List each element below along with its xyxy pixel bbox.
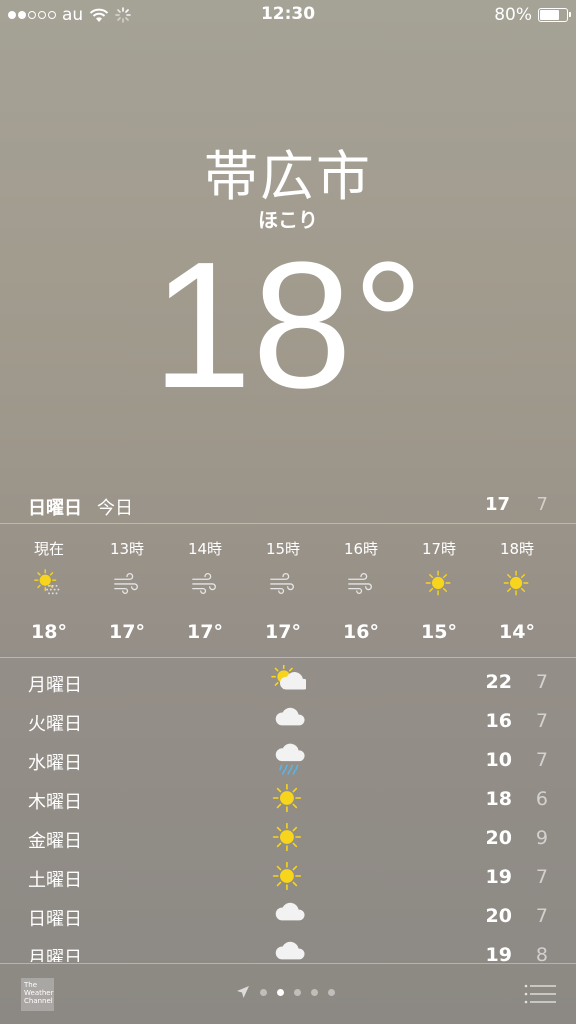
daily-low: 7 (535, 710, 548, 732)
daily-day: 水曜日 (28, 753, 82, 774)
divider-middle (0, 657, 576, 658)
page-dot[interactable] (311, 988, 318, 996)
daily-low: 7 (535, 749, 548, 771)
daily-day: 月曜日 (28, 948, 82, 962)
daily-high: 19 (485, 944, 512, 962)
cloud-icon (270, 704, 306, 734)
cloud-icon (270, 938, 306, 962)
daily-high: 18 (485, 788, 512, 810)
page-dot[interactable] (260, 988, 267, 996)
hourly-time: 14時 (187, 540, 223, 558)
hourly-time: 15時 (265, 540, 301, 558)
daily-row: 水曜日 10 7 (0, 738, 576, 777)
bottom-toolbar: The Weather Channel (0, 963, 576, 1024)
daily-low: 9 (535, 827, 548, 849)
daily-row: 木曜日 18 6 (0, 777, 576, 816)
daily-high: 20 (485, 905, 512, 927)
hourly-time: 現在 (33, 540, 64, 558)
sun-icon (270, 782, 306, 813)
hourly-time: 18時 (499, 540, 535, 558)
hourly-temp: 15° (421, 621, 457, 643)
hourly-temp: 16° (343, 621, 379, 643)
current-temperature: 18° (151, 225, 425, 426)
sun-icon (270, 821, 306, 852)
sun-icon (270, 860, 306, 891)
page-dot[interactable] (294, 988, 301, 996)
sun-icon (424, 568, 454, 598)
hourly-time: 16時 (343, 540, 379, 558)
wind-icon (268, 568, 298, 598)
today-row: 日曜日 今日 17 7 (0, 490, 576, 522)
hourly-forecast[interactable]: 現在 18° 13時 17° 14時 17° 15時 17° 16時 16° 17時 15°… (0, 524, 576, 656)
daily-row: 火曜日 16 7 (0, 699, 576, 738)
hourly-time: 1 (556, 538, 576, 556)
status-bar: au 12:30 80% (0, 0, 576, 30)
daily-day: 月曜日 (28, 675, 82, 696)
hourly-temp: 17° (187, 621, 223, 643)
daily-row: 金曜日 20 9 (0, 816, 576, 855)
daily-row: 月曜日 19 8 (0, 933, 576, 962)
status-time: 12:30 (260, 4, 316, 24)
daily-low: 7 (535, 905, 548, 927)
hourly-temp: 17° (109, 621, 145, 643)
wind-icon (112, 568, 142, 598)
sun-haze-icon (34, 568, 64, 598)
battery-icon (538, 8, 571, 22)
today-day: 日曜日 (28, 498, 82, 519)
hourly-time: 17時 (421, 540, 457, 558)
daily-low: 7 (535, 671, 548, 693)
wind-icon (346, 568, 376, 598)
daily-high: 22 (485, 671, 512, 693)
daily-low: 8 (535, 944, 548, 962)
city-list-icon[interactable] (524, 983, 556, 1005)
hourly-temp: 18° (31, 621, 67, 643)
today-label: 今日 (97, 498, 133, 519)
daily-day: 土曜日 (28, 870, 82, 891)
page-dot[interactable] (328, 988, 335, 996)
location-arrow-icon (237, 986, 249, 998)
hourly-temp: 14° (499, 621, 535, 643)
partly-cloudy-icon (270, 664, 309, 695)
today-high: 17 (484, 494, 510, 515)
daily-day: 火曜日 (28, 714, 82, 735)
today-low: 7 (536, 494, 548, 515)
daily-low: 6 (535, 788, 548, 810)
sun-icon (502, 568, 532, 598)
hourly-temp: 17° (265, 621, 301, 643)
daily-day: 日曜日 (28, 909, 82, 930)
cloud-icon (270, 899, 306, 929)
rain-icon (270, 743, 306, 775)
daily-row: 日曜日 20 7 (0, 894, 576, 933)
daily-row: 月曜日 22 7 (0, 660, 576, 699)
hourly-time: 13時 (109, 540, 145, 558)
daily-row: 土曜日 19 7 (0, 855, 576, 894)
daily-high: 10 (485, 749, 512, 771)
daily-forecast[interactable]: 月曜日 22 7 火曜日 16 7 水曜日 10 7 木曜日 18 6 金曜日 20 9 土曜日 19 7 日曜日… (0, 660, 576, 962)
battery-percent: 80% (494, 5, 532, 25)
daily-high: 19 (485, 866, 512, 888)
page-indicator[interactable] (236, 985, 335, 999)
status-right: 80% (494, 5, 571, 25)
daily-high: 20 (485, 827, 512, 849)
daily-high: 16 (485, 710, 512, 732)
daily-day: 木曜日 (28, 792, 82, 813)
daily-low: 7 (535, 866, 548, 888)
wind-icon (190, 568, 220, 598)
hourly-temp: 日 (556, 621, 576, 648)
page-dot[interactable] (277, 988, 284, 996)
city-name: 帯広市 (204, 145, 372, 208)
weather-channel-logo[interactable]: The Weather Channel (21, 978, 54, 1011)
daily-day: 金曜日 (28, 831, 82, 852)
